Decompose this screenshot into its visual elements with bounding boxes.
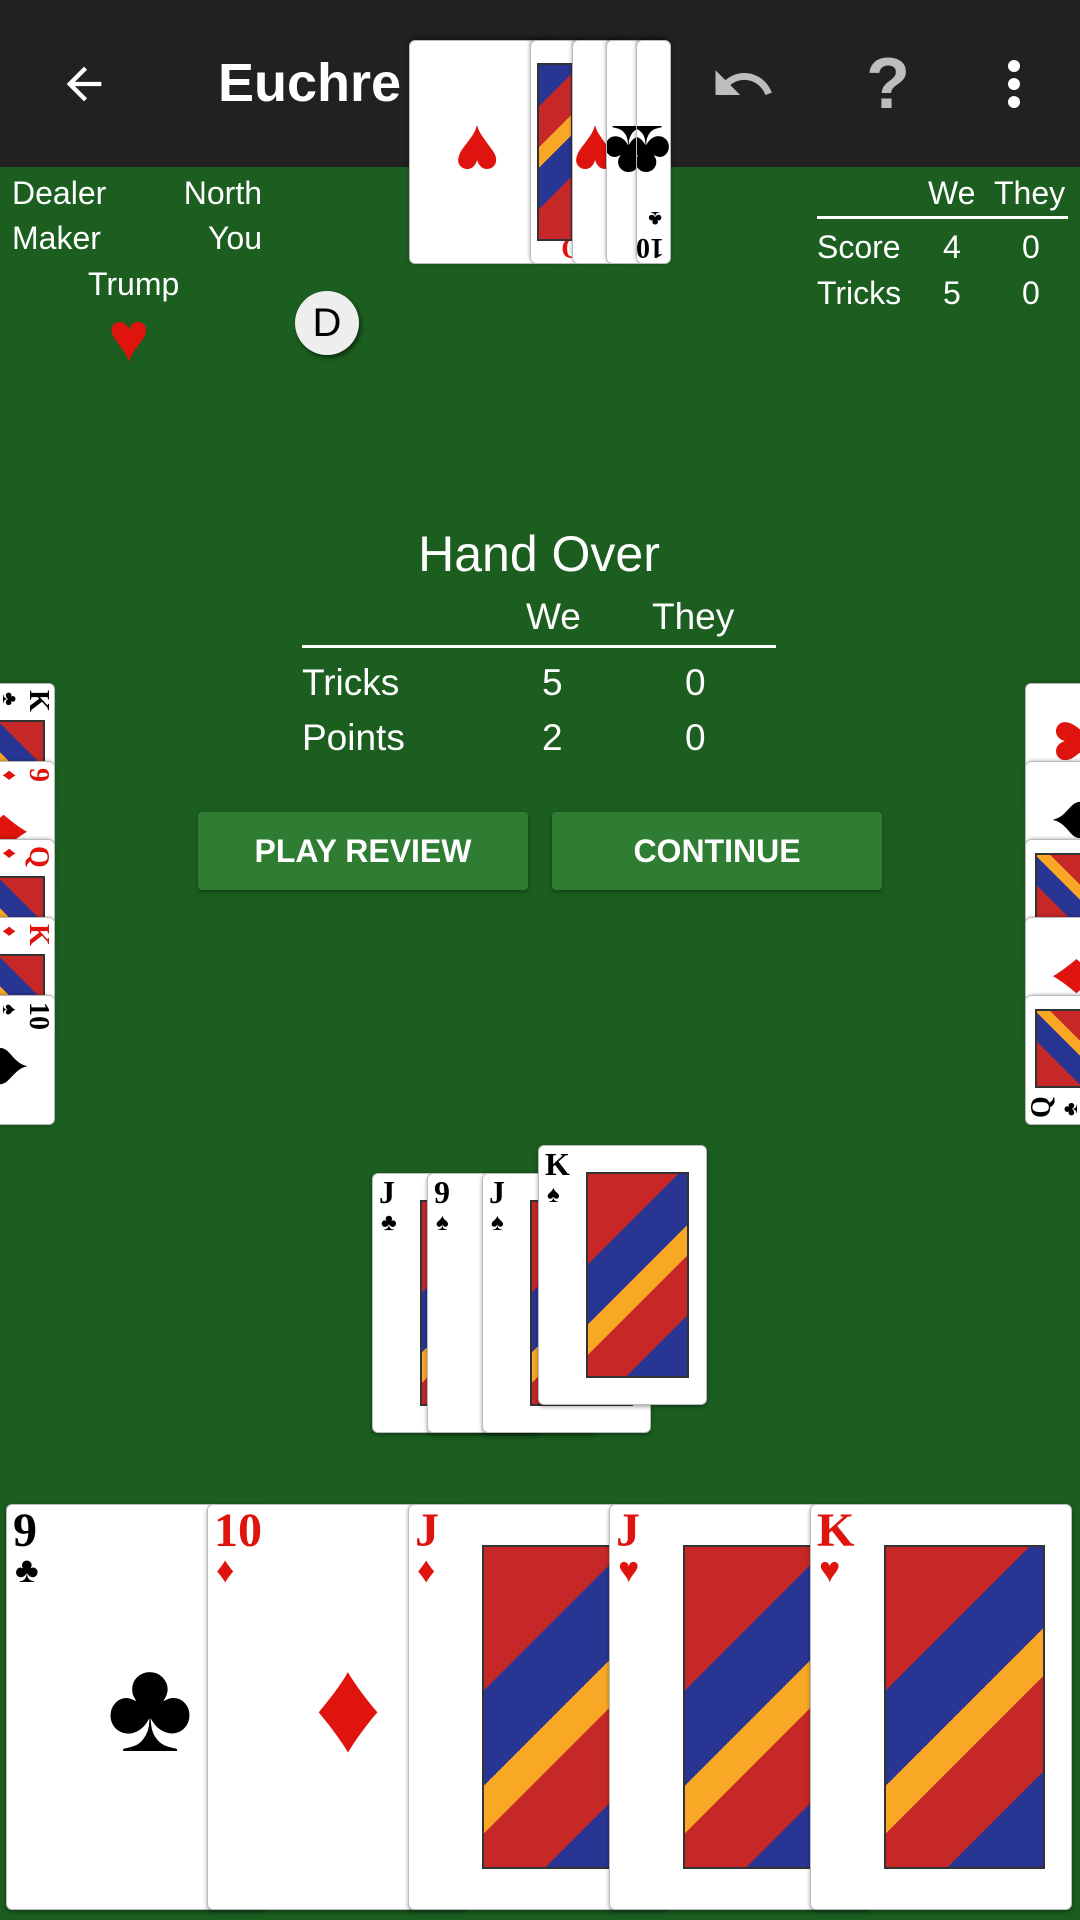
card-rank: 10 — [214, 1504, 262, 1557]
tricks-they: 0 — [1022, 275, 1040, 311]
score-col-we: We — [928, 175, 976, 211]
card-rank: 9 — [434, 1174, 450, 1210]
card-rank: 9 — [23, 768, 54, 782]
card-suit-icon: ♦ — [417, 1550, 436, 1591]
hand-over-tricks-they: 0 — [685, 662, 706, 703]
hand-over-divider — [302, 645, 776, 648]
trump-heart-icon: ♥ — [108, 298, 150, 376]
card-suit-icon: ♦ — [0, 848, 22, 859]
trump-label: Trump — [88, 266, 180, 302]
maker-label: Maker — [12, 220, 101, 256]
more-vert-icon[interactable] — [980, 50, 1048, 118]
card-pip-icon: ♠ — [1025, 799, 1080, 840]
question-mark-icon[interactable]: ? — [854, 44, 922, 124]
card-rank: J — [379, 1174, 395, 1210]
score-row-label: Score — [817, 229, 901, 265]
card-rank: 9 — [13, 1504, 37, 1557]
hand-over-tricks-label: Tricks — [302, 662, 400, 703]
score-they: 0 — [1022, 229, 1040, 265]
card-suit-icon: ♠ — [491, 1209, 504, 1236]
card-face-art — [536, 63, 573, 241]
player_hand-card[interactable]: K ♥ — [810, 1504, 1072, 1910]
card-pip-icon: ♣ — [636, 92, 671, 212]
card-pip-icon: ♦ — [1025, 956, 1080, 995]
card-suit-icon: ♠ — [547, 1181, 560, 1208]
card-face-art — [883, 1545, 1045, 1869]
card-suit-icon: ♦ — [216, 1550, 235, 1591]
card-rank: K — [817, 1504, 855, 1557]
score-col-they: They — [994, 175, 1066, 211]
undo-icon[interactable] — [709, 50, 777, 118]
card-rank: J — [489, 1174, 505, 1210]
card-suit-icon: ♦ — [0, 926, 22, 937]
dealer-value: North — [183, 175, 262, 211]
card-rank: J — [616, 1504, 640, 1557]
tricks-we: 5 — [943, 275, 961, 311]
maker-value: You — [208, 220, 262, 256]
card-suit-icon: ♣ — [0, 692, 22, 706]
tricks-row-label: Tricks — [817, 275, 902, 311]
dealer-label: Dealer — [12, 175, 107, 211]
card-rank: J — [415, 1504, 439, 1557]
card-suit-icon: ♣ — [1058, 1102, 1080, 1116]
north_cards-card: 10♣♣ — [636, 40, 671, 264]
card-rank: K — [545, 1146, 570, 1182]
arrow-left-icon[interactable] — [50, 50, 118, 118]
play-review-button[interactable]: PLAY REVIEW — [198, 812, 528, 890]
card-rank: Q — [23, 846, 54, 868]
hand-over-points-label: Points — [302, 717, 405, 758]
card-pip-icon: ♣ — [106, 1633, 194, 1780]
card-suit-icon: ♣ — [381, 1209, 397, 1236]
card-pip-icon: ♦ — [314, 1633, 382, 1780]
trick_cards-card: K ♠ — [538, 1145, 707, 1405]
score-divider — [817, 216, 1068, 219]
card-suit-icon: ♠ — [0, 1004, 22, 1016]
hand-over-points-we: 2 — [542, 717, 563, 758]
hand-over-tricks-we: 5 — [542, 662, 563, 703]
hand-over-col-we: We — [526, 596, 581, 637]
hand-over-col-they: They — [652, 596, 735, 637]
card-suit-icon: ♥ — [618, 1550, 640, 1591]
dealer-chip: D — [295, 291, 359, 355]
hand-over-title: Hand Over — [418, 526, 660, 582]
card-rank: K — [23, 690, 54, 712]
west_cards-card: 10♠♠ — [0, 995, 55, 1125]
card-pip-icon: ♥ — [1025, 718, 1080, 764]
score-we: 4 — [943, 229, 961, 265]
card-pip-icon: ♠ — [0, 1046, 55, 1087]
card-rank: Q — [1026, 1096, 1057, 1118]
card-rank: 10 — [23, 1002, 54, 1030]
card-pip-icon: ♥ — [454, 109, 501, 195]
card-suit-icon: ♠ — [436, 1209, 449, 1236]
card-face-art — [1035, 1008, 1080, 1089]
continue-button[interactable]: CONTINUE — [552, 812, 882, 890]
hand-over-points-they: 0 — [685, 717, 706, 758]
card-suit-icon: ♦ — [0, 770, 22, 781]
app-title: Euchre — [218, 53, 402, 113]
east_cards-card: Q ♣ — [1025, 995, 1080, 1125]
card-face-art — [585, 1171, 690, 1379]
card-rank: 10 — [636, 232, 664, 263]
card-suit-icon: ♥ — [819, 1550, 841, 1591]
card-rank: K — [23, 924, 54, 946]
card-suit-icon: ♣ — [15, 1550, 39, 1591]
